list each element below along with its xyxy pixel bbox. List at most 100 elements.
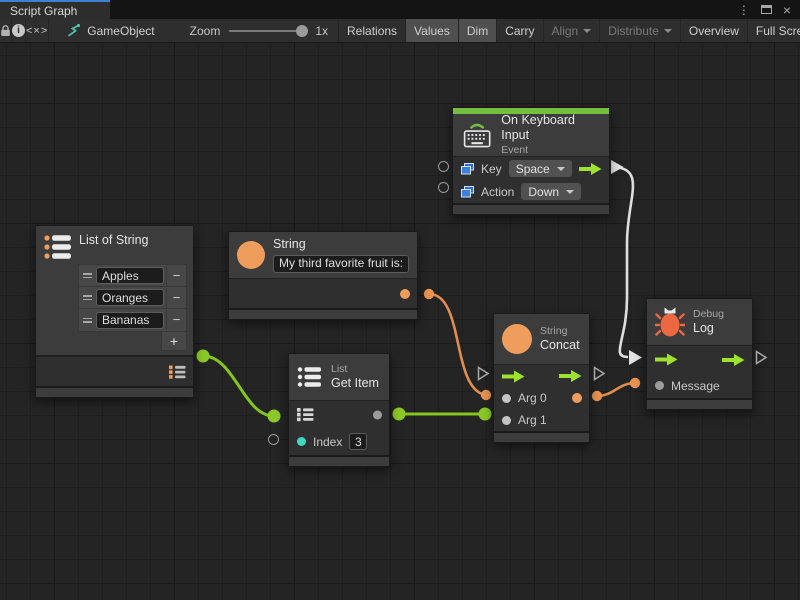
distribute-button[interactable]: Distribute (600, 19, 681, 42)
zoom-slider[interactable] (229, 30, 305, 32)
window-controls: ⋮ × (738, 0, 800, 19)
code-icon: <×> (26, 25, 48, 37)
relations-button[interactable]: Relations (339, 19, 406, 42)
node-title: Concat (540, 338, 580, 354)
key-label: Key (481, 162, 502, 176)
item-output-port[interactable] (373, 410, 382, 419)
flow-output-port[interactable] (722, 353, 745, 366)
flow-output-port[interactable] (559, 370, 582, 383)
action-unconnected-port[interactable] (438, 182, 449, 193)
flow-output-port[interactable] (579, 162, 602, 175)
string-value-field[interactable]: My third favorite fruit is: (273, 255, 409, 273)
chevron-down-icon (557, 167, 565, 171)
list-editor: Apples − Oranges − Bananas − (78, 264, 187, 332)
trigger-in-indicator[interactable] (477, 366, 490, 381)
node-footer (36, 388, 193, 397)
arg0-row: Arg 0 (494, 387, 589, 409)
remove-item-button[interactable]: − (166, 266, 186, 286)
node-get-item[interactable]: List Get Item Index 3 (288, 353, 390, 467)
message-input-port[interactable] (655, 381, 664, 390)
drag-handle-icon[interactable] (79, 295, 96, 300)
node-list-of-string[interactable]: List of String Apples − Oranges − (35, 225, 194, 398)
node-footer (289, 457, 389, 466)
node-category: List (331, 363, 379, 376)
list-output-row (36, 355, 193, 386)
gameobject-breadcrumb[interactable]: GameObject (49, 19, 154, 42)
list-icon (43, 233, 73, 261)
fullscreen-button[interactable]: Full Screen (748, 19, 800, 42)
list-icon (297, 366, 323, 388)
align-button[interactable]: Align (544, 19, 601, 42)
wire-keyboard-to-log (611, 167, 633, 357)
flow-input-port[interactable] (655, 353, 678, 366)
wire-concat-to-log (597, 383, 635, 396)
list-input-port[interactable] (297, 407, 314, 422)
node-string-concat[interactable]: String Concat Arg 0 (493, 313, 590, 443)
node-footer (647, 400, 752, 409)
keyboard-icon (461, 120, 493, 150)
menu-icon[interactable]: ⋮ (738, 4, 750, 16)
node-debug-log[interactable]: Debug Log Message (646, 298, 753, 410)
graph-toolbar: i <×> GameObject Zoom 1x Relations Value… (0, 19, 800, 43)
list-item-row: Oranges − (79, 287, 186, 309)
remove-item-button[interactable]: − (166, 288, 186, 308)
index-input-row: Index 3 (289, 428, 389, 455)
list-item-field[interactable]: Oranges (96, 289, 164, 306)
drag-handle-icon[interactable] (79, 318, 96, 323)
field-icon (461, 186, 474, 198)
unity-script-graph-window: Script Graph ⋮ × i <×> GameObject (0, 0, 800, 600)
info-button[interactable]: i (12, 19, 26, 42)
gameobject-icon (66, 24, 80, 37)
info-icon: i (12, 24, 25, 37)
bug-icon (655, 305, 685, 339)
lock-icon (0, 24, 11, 37)
code-button[interactable]: <×> (26, 19, 49, 42)
graph-canvas[interactable]: On Keyboard Input Event Key Space (0, 43, 800, 600)
node-category: String (540, 325, 580, 338)
node-footer (453, 205, 609, 214)
string-type-icon (502, 324, 532, 354)
arg0-label: Arg 0 (518, 391, 547, 405)
index-input-port[interactable] (297, 437, 306, 446)
trigger-out-indicator[interactable] (593, 366, 606, 381)
lock-button[interactable] (0, 19, 12, 42)
list-item-field[interactable]: Apples (96, 267, 164, 284)
index-unconnected-port[interactable] (268, 434, 279, 445)
list-output-port[interactable] (169, 364, 186, 379)
values-button[interactable]: Values (406, 19, 459, 42)
arg0-input-port[interactable] (502, 394, 511, 403)
node-string-literal[interactable]: String My third favorite fruit is: (228, 231, 418, 320)
message-label: Message (671, 379, 720, 393)
key-unconnected-port[interactable] (438, 161, 449, 172)
carry-button[interactable]: Carry (497, 19, 543, 42)
trigger-out-indicator[interactable] (755, 350, 768, 365)
action-dropdown[interactable]: Down (521, 183, 581, 200)
key-dropdown[interactable]: Space (509, 160, 572, 177)
arg1-input-port[interactable] (502, 416, 511, 425)
node-on-keyboard-input[interactable]: On Keyboard Input Event Key Space (452, 107, 610, 215)
node-title: List of String (79, 233, 148, 247)
flow-input-port[interactable] (502, 370, 525, 383)
chevron-down-icon (664, 29, 672, 33)
add-item-button[interactable]: + (161, 332, 187, 351)
index-value-field[interactable]: 3 (349, 433, 367, 450)
node-footer (494, 433, 589, 442)
wire-arrowhead (629, 350, 642, 365)
overview-button[interactable]: Overview (681, 19, 748, 42)
string-output-port[interactable] (400, 289, 410, 299)
tab-bar: Script Graph ⋮ × (0, 0, 800, 19)
maximize-icon[interactable] (761, 5, 772, 14)
close-icon[interactable]: × (783, 3, 791, 17)
drag-handle-icon[interactable] (79, 273, 96, 278)
string-type-icon (237, 241, 265, 269)
result-output-port[interactable] (572, 393, 582, 403)
dim-button[interactable]: Dim (459, 19, 497, 42)
trigger-row (494, 365, 589, 387)
remove-item-button[interactable]: − (166, 310, 186, 330)
tab-script-graph[interactable]: Script Graph (0, 0, 110, 19)
node-footer (229, 310, 417, 319)
zoom-slider-knob[interactable] (296, 25, 308, 37)
chevron-down-icon (583, 29, 591, 33)
index-label: Index (313, 435, 342, 449)
list-item-field[interactable]: Bananas (96, 312, 164, 329)
